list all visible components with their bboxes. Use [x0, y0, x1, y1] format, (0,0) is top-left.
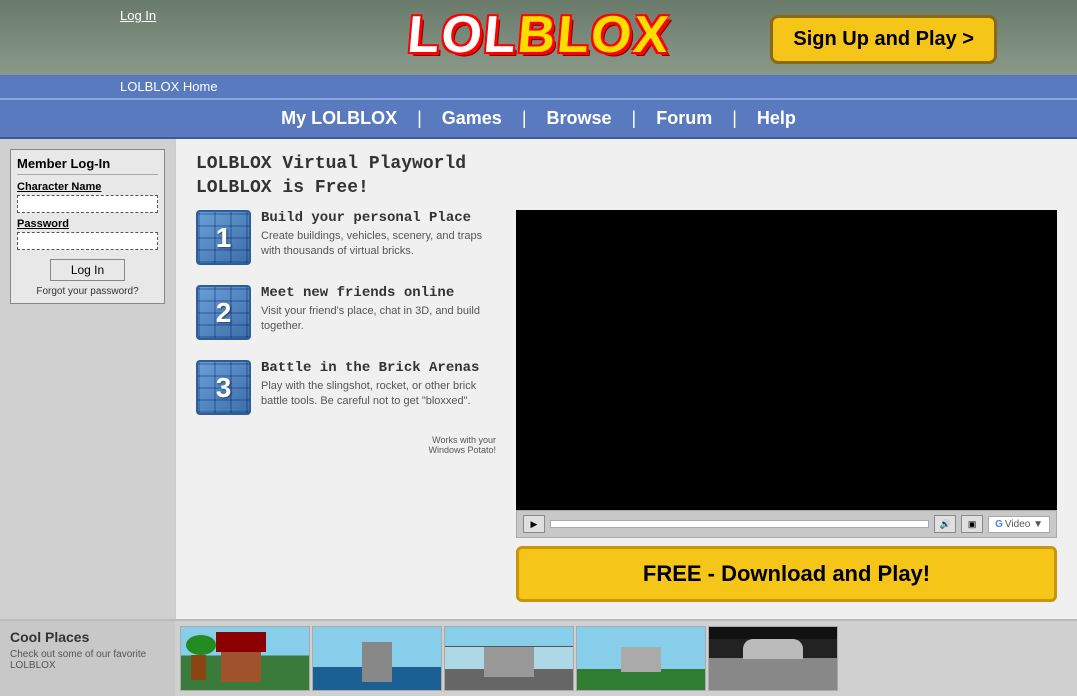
feature-text-2: Meet new friends online Visit your frien…	[261, 285, 496, 335]
fullscreen-button[interactable]: ▣	[961, 515, 983, 533]
content-title1: LOLBLOX Virtual Playworld	[196, 154, 1057, 174]
feature-heading-1: Build your personal Place	[261, 210, 496, 226]
feature-item-2: 2 Meet new friends online Visit your fri…	[196, 285, 496, 340]
nav-item-my-lolblox[interactable]: My LOLBLOX	[266, 108, 412, 129]
feature-icon-2: 2	[196, 285, 251, 340]
download-button[interactable]: FREE - Download and Play!	[516, 546, 1057, 602]
play-button[interactable]: ▶	[523, 515, 545, 533]
feature-heading-3: Battle in the Brick Arenas	[261, 360, 496, 376]
feature-icon-3: 3	[196, 360, 251, 415]
features-video-section: 1 Build your personal Place Create build…	[196, 210, 1057, 602]
cool-places-description: Check out some of our favorite LOLBLOX	[10, 649, 165, 671]
nav-sep-2: |	[517, 108, 532, 129]
features-list: 1 Build your personal Place Create build…	[196, 210, 496, 602]
signup-button[interactable]: Sign Up and Play >	[770, 15, 997, 64]
feature-heading-2: Meet new friends online	[261, 285, 496, 301]
feature-num-1: 1	[216, 222, 232, 254]
content-area: LOLBLOX Virtual Playworld LOLBLOX is Fre…	[175, 139, 1077, 619]
cool-places-images	[175, 621, 1077, 696]
main-content: Member Log-In Character Name Password Lo…	[0, 139, 1077, 619]
google-video-button[interactable]: G Video ▼	[988, 516, 1050, 533]
video-progress-bar[interactable]	[550, 520, 929, 528]
nav-item-games[interactable]: Games	[427, 108, 517, 129]
login-button[interactable]: Log In	[50, 259, 125, 281]
feature-desc-1: Create buildings, vehicles, scenery, and…	[261, 229, 496, 260]
cool-places-sidebar: Cool Places Check out some of our favori…	[0, 621, 175, 696]
volume-icon: 🔊	[940, 519, 951, 530]
google-video-label: Video ▼	[1005, 519, 1043, 530]
cool-places-title: Cool Places	[10, 629, 165, 645]
member-login-title: Member Log-In	[17, 156, 158, 175]
nav-inner: My LOLBLOX | Games | Browse | Forum | He…	[266, 108, 811, 129]
home-link-bar: LOLBLOX Home	[0, 75, 1077, 98]
feature-num-3: 3	[216, 372, 232, 404]
content-title2: LOLBLOX is Free!	[196, 178, 1057, 198]
feature-icon-1: 1	[196, 210, 251, 265]
character-name-input[interactable]	[17, 195, 158, 213]
nav-sep-3: |	[627, 108, 642, 129]
place-thumbnail-1[interactable]	[180, 626, 310, 691]
feature-desc-2: Visit your friend's place, chat in 3D, a…	[261, 304, 496, 335]
password-label: Password	[17, 218, 158, 230]
feature-num-2: 2	[216, 297, 232, 329]
nav-item-forum[interactable]: Forum	[641, 108, 727, 129]
video-area: ▶ 🔊 ▣ G Video ▼ FREE - Download and Play…	[516, 210, 1057, 602]
character-name-label: Character Name	[17, 181, 158, 193]
feature-text-3: Battle in the Brick Arenas Play with the…	[261, 360, 496, 410]
fullscreen-icon: ▣	[968, 519, 977, 530]
video-controls: ▶ 🔊 ▣ G Video ▼	[516, 510, 1057, 538]
feature-item-1: 1 Build your personal Place Create build…	[196, 210, 496, 265]
place-thumbnail-5[interactable]	[708, 626, 838, 691]
nav-sep-1: |	[412, 108, 427, 129]
member-login-box: Member Log-In Character Name Password Lo…	[10, 149, 165, 304]
header: Log In LOLBLOX Sign Up and Play >	[0, 0, 1077, 75]
place-thumbnail-3[interactable]	[444, 626, 574, 691]
logo-area: LOLBLOX	[407, 5, 669, 65]
place-thumbnail-4[interactable]	[576, 626, 706, 691]
home-link[interactable]: LOLBLOX Home	[120, 79, 218, 94]
volume-button[interactable]: 🔊	[934, 515, 956, 533]
forgot-password-link[interactable]: Forgot your password?	[17, 286, 158, 297]
feature-text-1: Build your personal Place Create buildin…	[261, 210, 496, 260]
nav-sep-4: |	[727, 108, 742, 129]
feature-desc-3: Play with the slingshot, rocket, or othe…	[261, 379, 496, 410]
navigation: My LOLBLOX | Games | Browse | Forum | He…	[0, 98, 1077, 139]
feature-item-3: 3 Battle in the Brick Arenas Play with t…	[196, 360, 496, 415]
password-input[interactable]	[17, 232, 158, 250]
video-player	[516, 210, 1057, 510]
play-icon: ▶	[531, 519, 538, 530]
nav-item-help[interactable]: Help	[742, 108, 811, 129]
sidebar: Member Log-In Character Name Password Lo…	[0, 139, 175, 619]
cool-places-section: Cool Places Check out some of our favori…	[0, 619, 1077, 696]
google-g-icon: G	[995, 519, 1003, 530]
works-with-text: Works with yourWindows Potato!	[196, 435, 496, 455]
nav-item-browse[interactable]: Browse	[532, 108, 627, 129]
place-thumbnail-2[interactable]	[312, 626, 442, 691]
logo-text: LOLBLOX	[405, 5, 673, 65]
log-in-link[interactable]: Log In	[120, 8, 156, 23]
